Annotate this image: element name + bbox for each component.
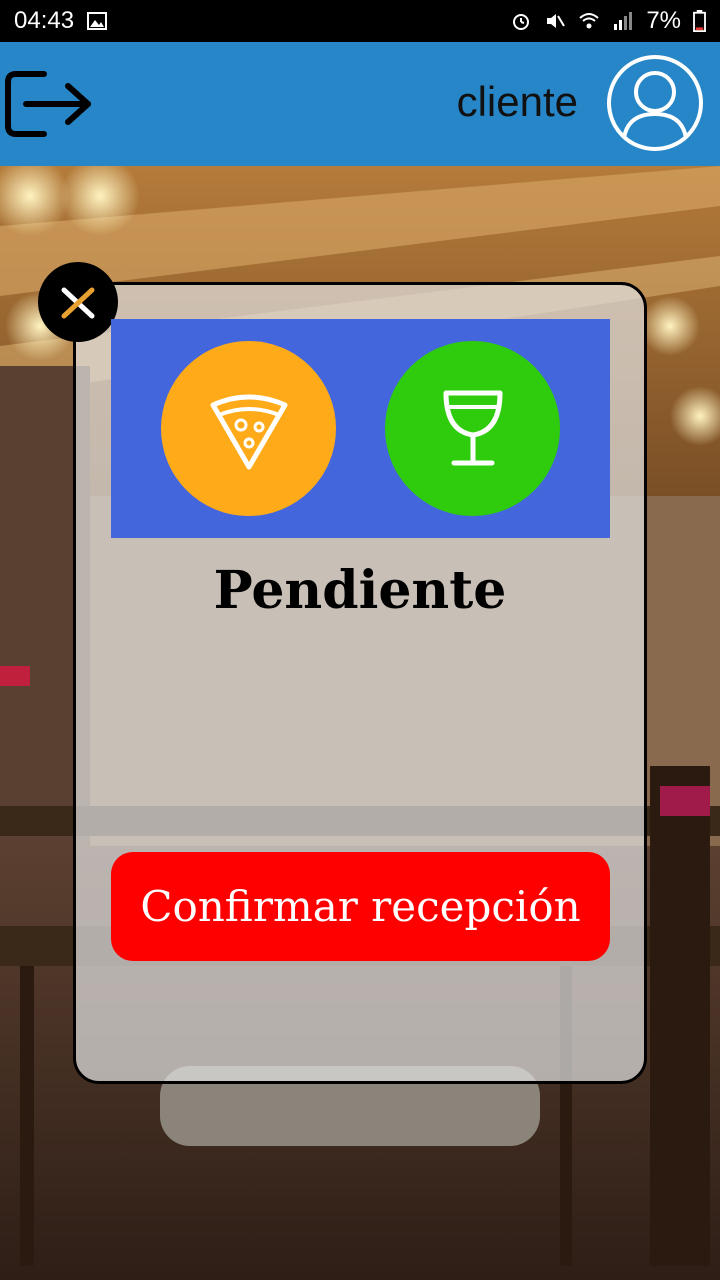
logout-button[interactable] [4, 68, 96, 140]
wifi-icon [579, 13, 599, 29]
mute-icon [547, 14, 566, 28]
status-bar: 04:43 7% [0, 0, 720, 42]
pizza-icon [210, 394, 287, 469]
confirm-reception-button[interactable]: Confirmar recepción [111, 852, 610, 961]
logout-icon [5, 71, 91, 137]
app-bar: cliente [0, 42, 720, 166]
status-time: 04:43 [14, 7, 75, 34]
category-panel [111, 319, 610, 538]
drinks-category[interactable] [385, 341, 560, 516]
image-icon [87, 12, 108, 30]
wine-glass-icon [443, 390, 502, 465]
battery-icon [693, 10, 706, 32]
username-label: cliente [456, 78, 578, 125]
close-icon [61, 287, 95, 319]
close-dialog-button[interactable] [38, 262, 118, 342]
battery-percent: 7% [646, 7, 681, 34]
order-status-text: Pendiente [213, 560, 507, 621]
signal-icon [614, 12, 633, 30]
user-avatar-button[interactable] [606, 48, 704, 158]
user-avatar-icon [607, 55, 703, 151]
pizza-category[interactable] [161, 341, 336, 516]
alarm-icon [513, 14, 530, 30]
